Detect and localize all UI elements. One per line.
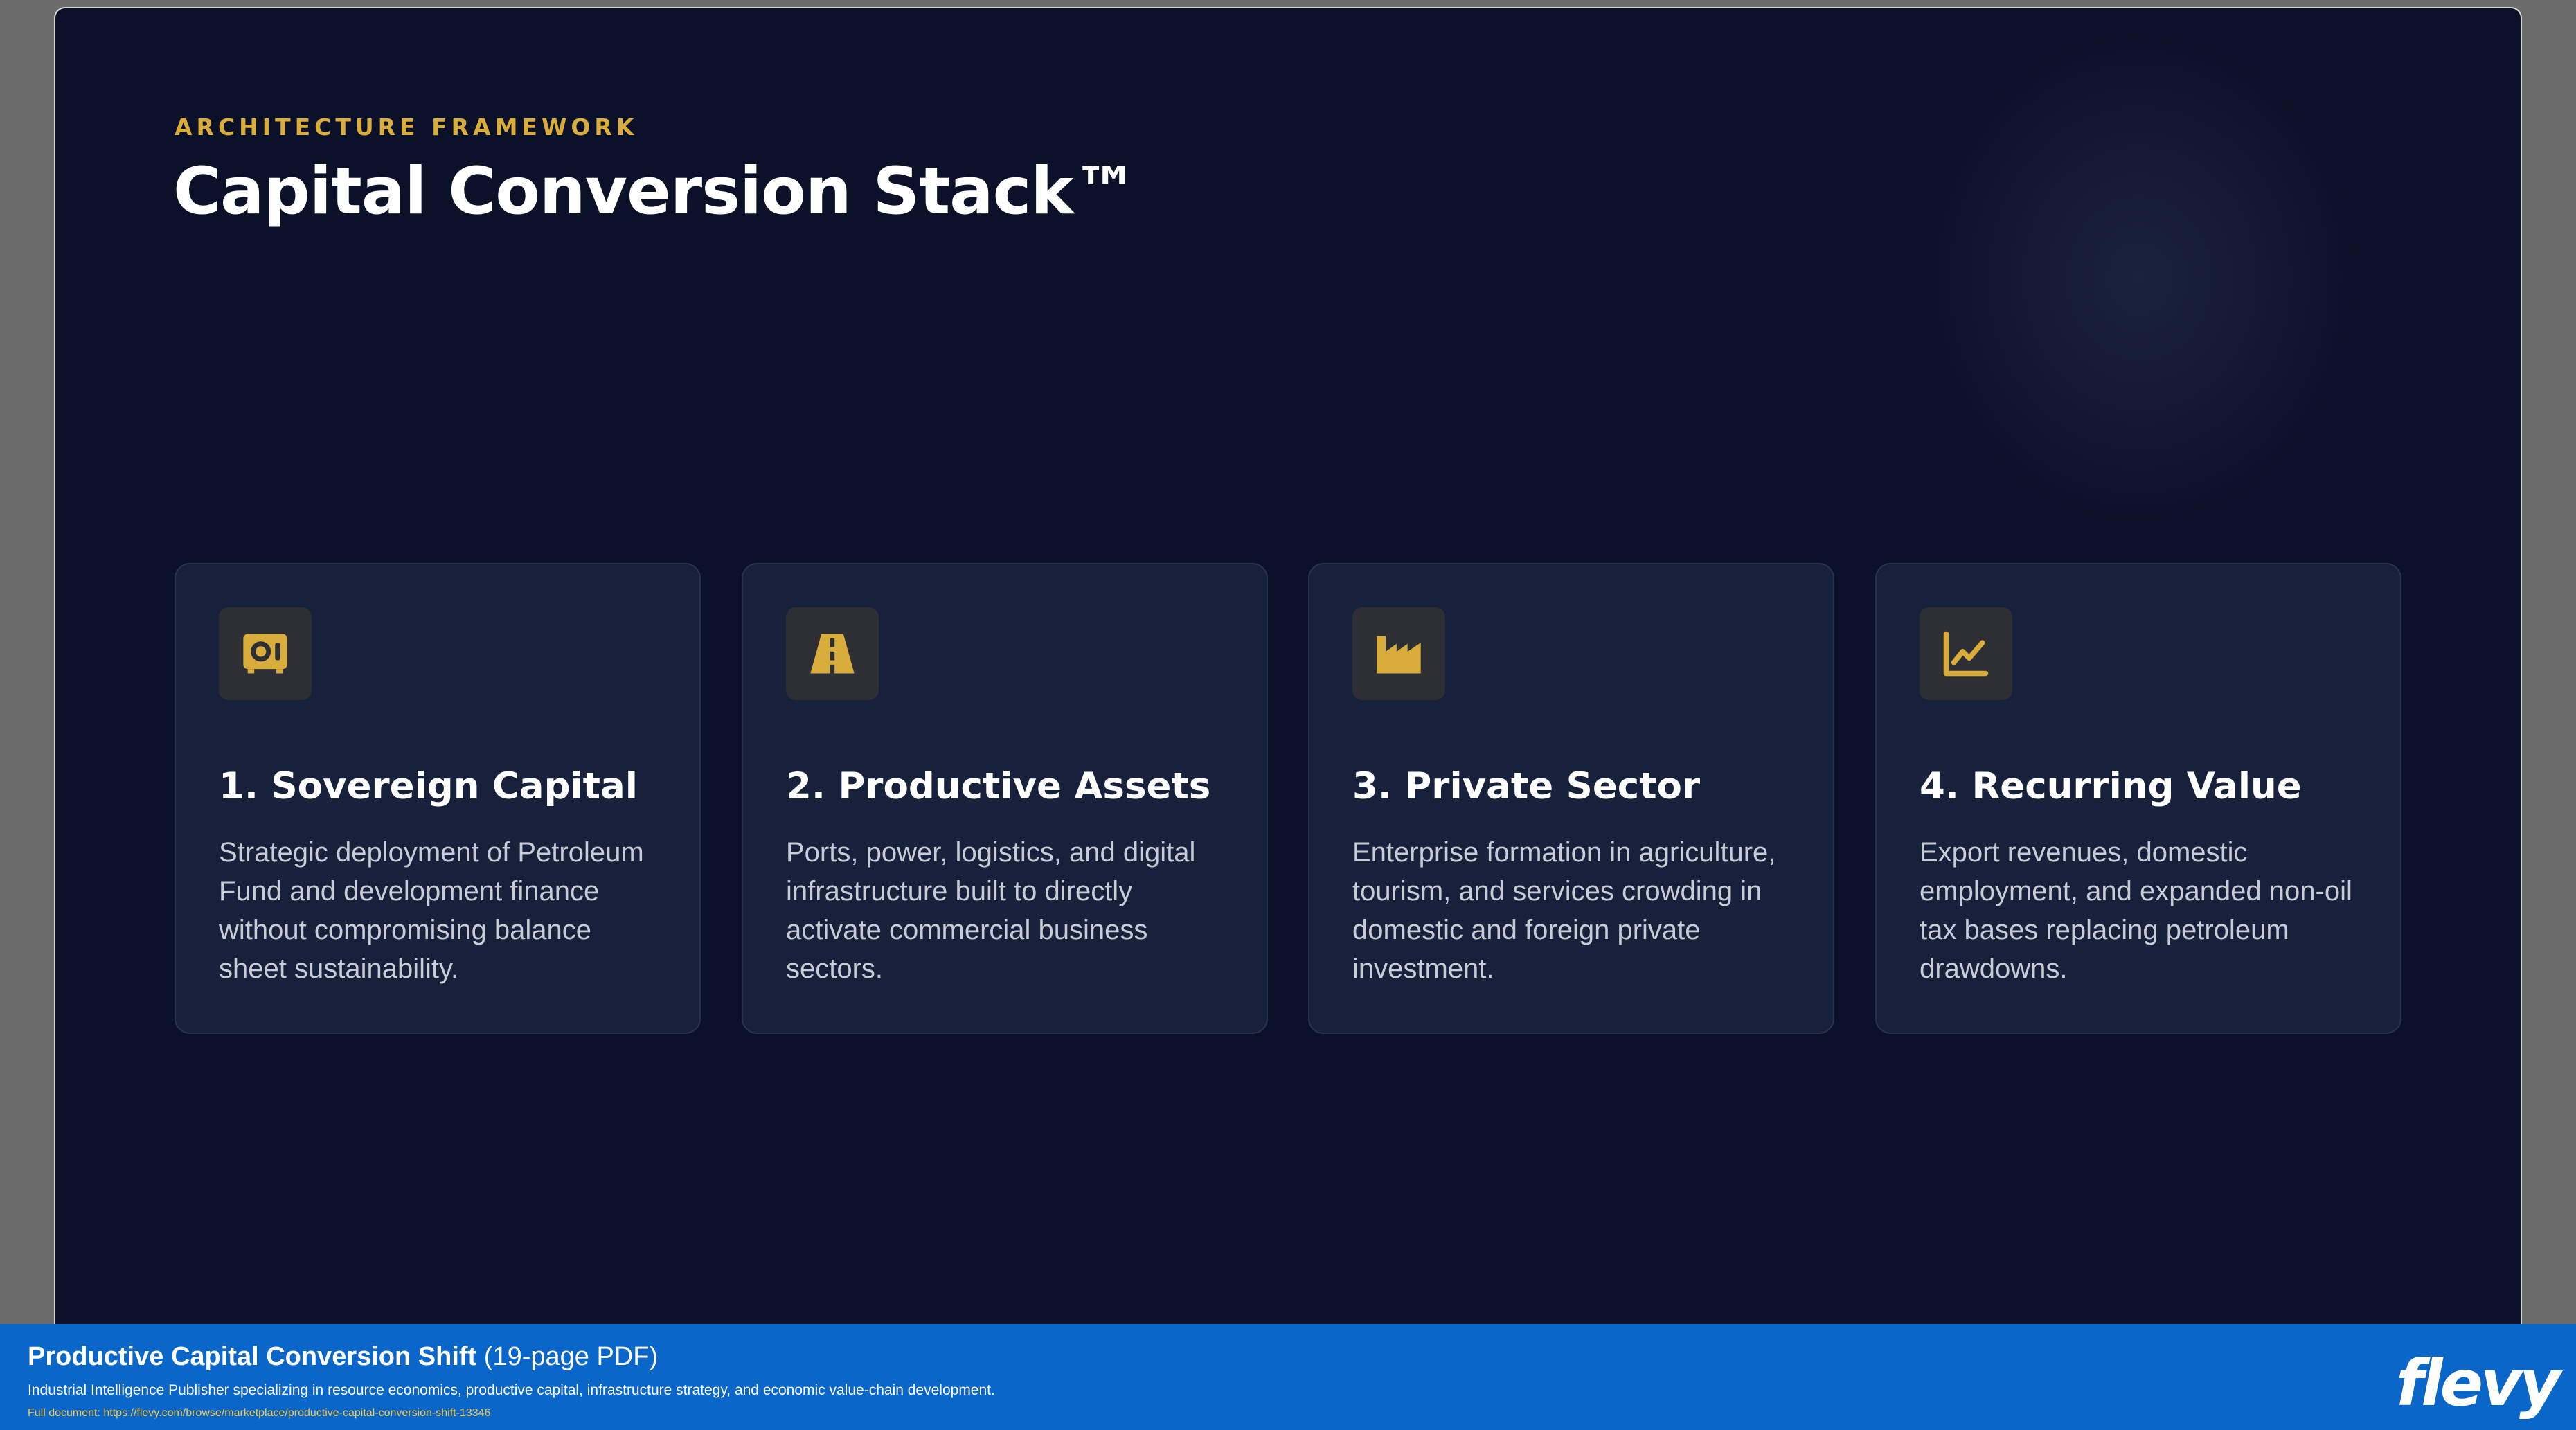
- card-description: Export revenues, domestic employment, an…: [1920, 837, 2352, 984]
- card-title: 3. Private Sector: [1352, 765, 1701, 807]
- card-description: Strategic deployment of Petroleum Fund a…: [219, 837, 644, 984]
- document-banner: Productive Capital Conversion Shift (19-…: [0, 1324, 2576, 1430]
- banner-title[interactable]: Productive Capital Conversion Shift (19-…: [28, 1342, 658, 1372]
- card-description: Ports, power, logistics, and digital inf…: [786, 837, 1196, 984]
- card-title: 2. Productive Assets: [786, 765, 1211, 807]
- vault-icon: [219, 607, 312, 700]
- banner-title-suffix: (19-page PDF): [476, 1342, 659, 1371]
- factory-icon: [1352, 607, 1445, 700]
- chart-line-icon: [1920, 607, 2012, 700]
- background-glow: [1925, 36, 2354, 521]
- card-productive-assets: 2. Productive Assets Ports, power, logis…: [742, 563, 1268, 1034]
- document-link[interactable]: Full document: https://flevy.com/browse/…: [28, 1407, 490, 1420]
- card-private-sector: 3. Private Sector Enterprise formation i…: [1308, 563, 1834, 1034]
- card-recurring-value: 4. Recurring Value Export revenues, dome…: [1875, 563, 2401, 1034]
- slide-title: Capital Conversion Stack™: [173, 154, 1138, 229]
- banner-subtitle: Industrial Intelligence Publisher specia…: [28, 1382, 995, 1398]
- card-title: 4. Recurring Value: [1920, 765, 2302, 807]
- banner-title-strong: Productive Capital Conversion Shift: [28, 1342, 477, 1371]
- card-title: 1. Sovereign Capital: [219, 765, 638, 807]
- document-viewer: ARCHITECTURE FRAMEWORK Capital Conversio…: [0, 0, 2576, 1430]
- card-sovereign-capital: 1. Sovereign Capital Strategic deploymen…: [175, 563, 701, 1034]
- card-grid: 1. Sovereign Capital Strategic deploymen…: [175, 563, 2401, 1034]
- road-icon: [786, 607, 879, 700]
- flevy-logo[interactable]: flevy: [2396, 1346, 2561, 1420]
- slide: ARCHITECTURE FRAMEWORK Capital Conversio…: [55, 8, 2521, 1324]
- card-description: Enterprise formation in agriculture, tou…: [1352, 837, 1776, 984]
- slide-eyebrow: ARCHITECTURE FRAMEWORK: [175, 114, 638, 141]
